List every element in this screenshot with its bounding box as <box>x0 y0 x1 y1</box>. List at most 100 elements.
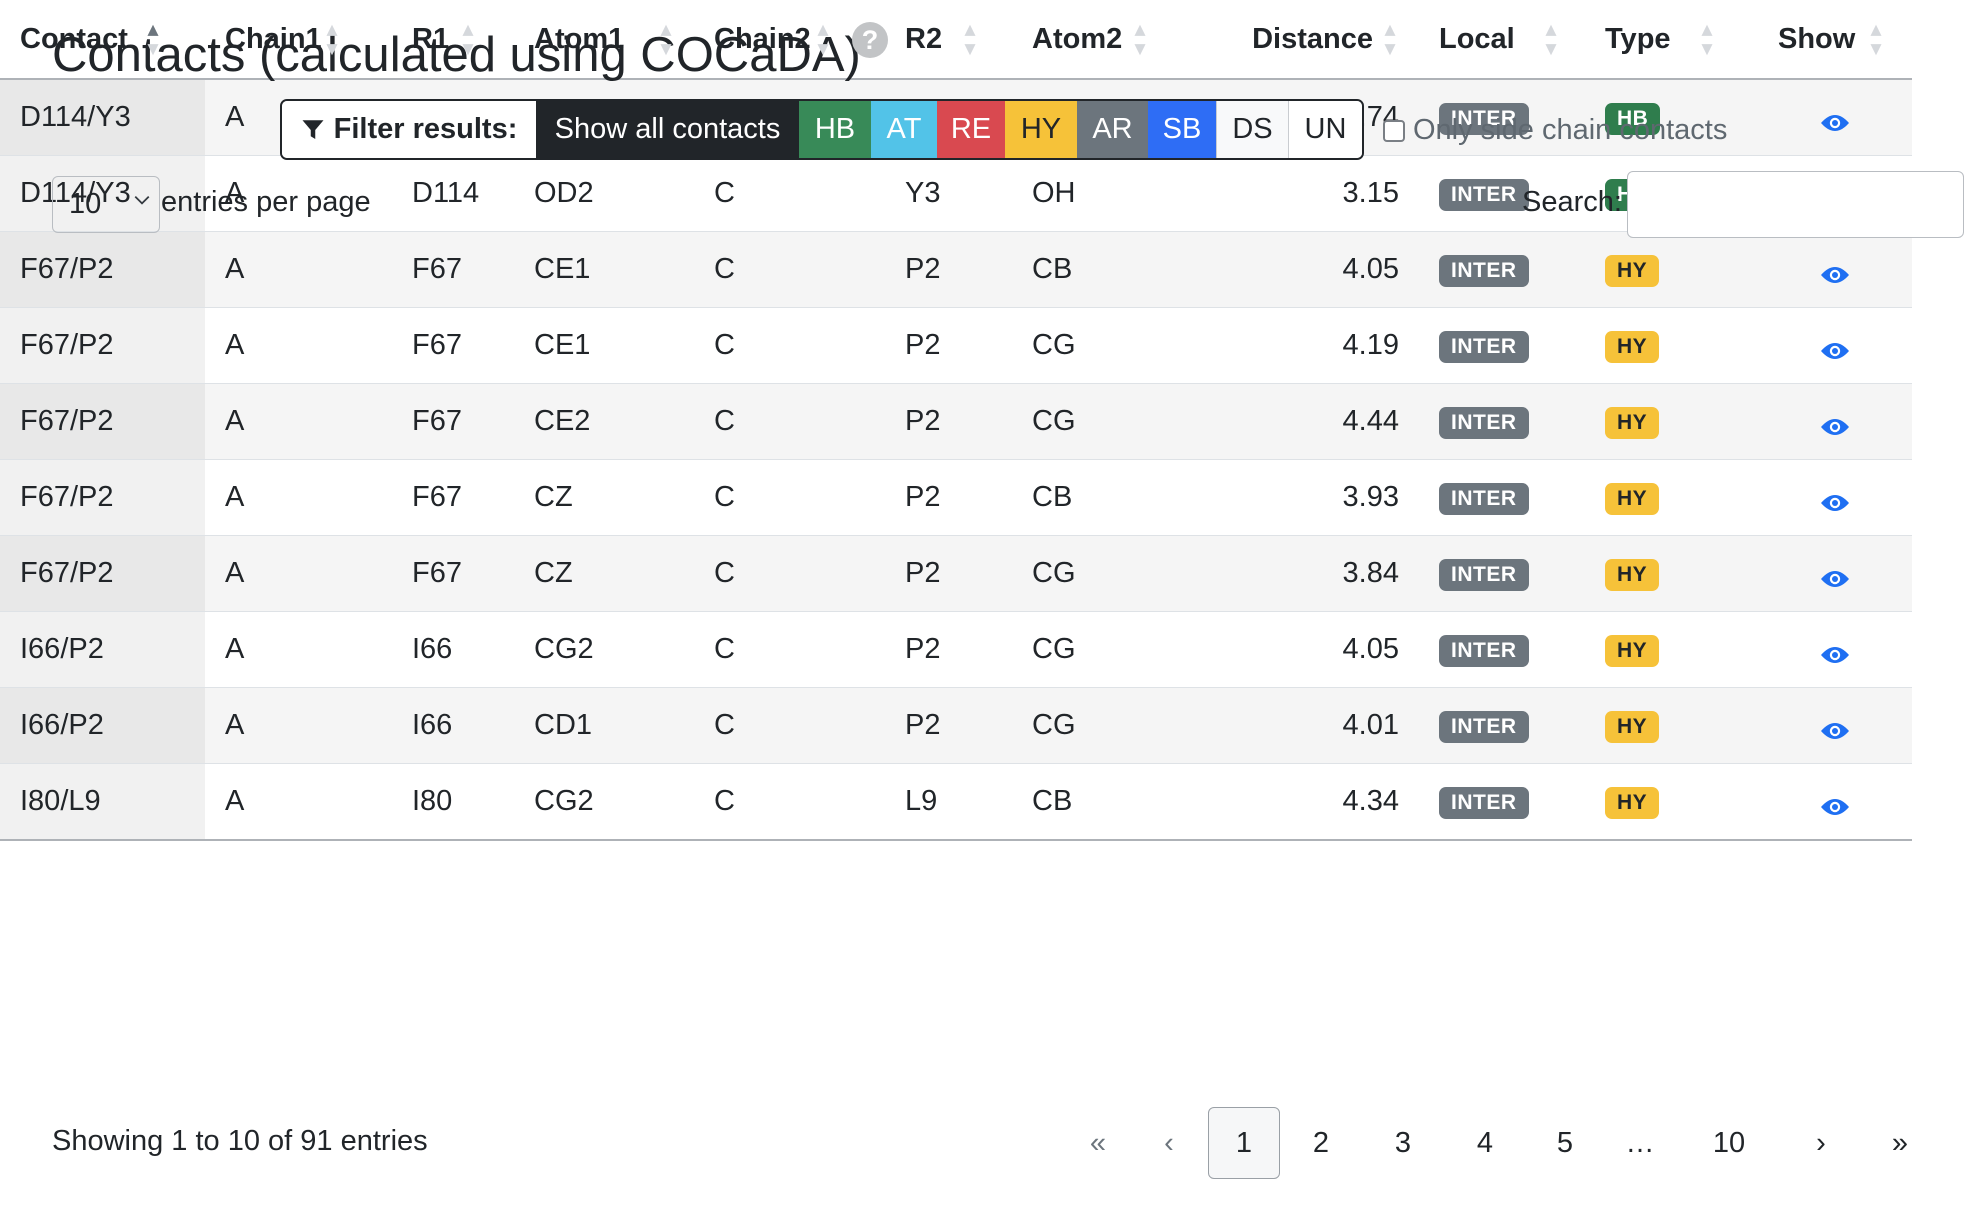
last-page-button[interactable]: » <box>1860 1107 1940 1179</box>
cell-show <box>1758 383 1912 460</box>
column-header-label: Type <box>1605 22 1671 55</box>
column-header-type[interactable]: Type <box>1585 0 1758 80</box>
cell-local: INTER <box>1419 231 1585 308</box>
cell-contact: F67/P2 <box>0 459 205 536</box>
local-badge: INTER <box>1439 179 1529 211</box>
column-header-label: Atom1 <box>534 22 625 55</box>
local-badge: INTER <box>1439 635 1529 667</box>
cell-distance: 4.44 <box>1212 383 1419 460</box>
sort-icon[interactable] <box>659 22 673 58</box>
sort-icon[interactable] <box>1700 22 1714 58</box>
cell-atom2: OH <box>1012 155 1212 232</box>
filter-hb-button[interactable]: HB <box>799 101 871 158</box>
cell-type: HY <box>1585 383 1758 460</box>
sort-icon[interactable] <box>816 22 830 58</box>
page-5-button[interactable]: 5 <box>1526 1107 1604 1179</box>
eye-icon[interactable] <box>1820 792 1850 816</box>
column-header-r2[interactable]: R2 <box>885 0 1012 80</box>
cell-r2: P2 <box>885 383 1012 460</box>
next-page-button[interactable]: › <box>1782 1107 1860 1179</box>
page-size-select[interactable]: 10 <box>52 176 160 233</box>
eye-icon[interactable] <box>1820 640 1850 664</box>
showing-entries-info: Showing 1 to 10 of 91 entries <box>52 1125 428 1157</box>
column-header-r1[interactable]: R1 <box>392 0 514 80</box>
cell-chain1: A <box>205 535 392 612</box>
side-chain-filter[interactable]: Only side chain contacts <box>1383 114 1727 147</box>
cell-chain2: C <box>694 611 885 688</box>
cell-chain2: C <box>694 535 885 612</box>
cell-distance: 3.84 <box>1212 535 1419 612</box>
prev-page-button[interactable]: ‹ <box>1130 1107 1208 1179</box>
sort-icon[interactable] <box>461 22 475 58</box>
column-header-label: Show <box>1778 22 1856 55</box>
cell-show <box>1758 687 1912 764</box>
page-1-button[interactable]: 1 <box>1208 1107 1280 1179</box>
side-chain-checkbox[interactable] <box>1383 119 1405 142</box>
cell-type: HY <box>1585 459 1758 536</box>
cell-atom1: CD1 <box>514 687 694 764</box>
search-input[interactable] <box>1627 171 1964 238</box>
sort-icon[interactable] <box>325 22 339 58</box>
cell-chain2: C <box>694 155 885 232</box>
cell-type: HY <box>1585 307 1758 384</box>
sort-icon[interactable] <box>1383 22 1397 58</box>
page-2-button[interactable]: 2 <box>1280 1107 1362 1179</box>
first-page-button[interactable]: « <box>1066 1107 1130 1179</box>
page-3-button[interactable]: 3 <box>1362 1107 1444 1179</box>
cell-atom1: OD2 <box>514 155 694 232</box>
cell-chain1: A <box>205 307 392 384</box>
cell-r1: I66 <box>392 687 514 764</box>
column-header-chain1[interactable]: Chain1 <box>205 0 392 80</box>
eye-icon[interactable] <box>1820 336 1850 360</box>
cell-contact: I66/P2 <box>0 687 205 764</box>
filter-ar-button[interactable]: AR <box>1077 101 1148 158</box>
cell-chain2: C <box>694 231 885 308</box>
eye-icon[interactable] <box>1820 716 1850 740</box>
cell-show <box>1758 79 1912 156</box>
sort-icon[interactable] <box>1133 22 1147 58</box>
eye-icon[interactable] <box>1820 260 1850 284</box>
cell-type: HY <box>1585 535 1758 612</box>
eye-icon[interactable] <box>1820 108 1850 132</box>
cell-contact: I66/P2 <box>0 611 205 688</box>
column-header-show[interactable]: Show <box>1758 0 1912 80</box>
column-header-label: Contact <box>20 22 128 55</box>
sort-icon[interactable] <box>146 22 160 58</box>
filter-sb-button[interactable]: SB <box>1148 101 1216 158</box>
column-header-label: R1 <box>412 22 450 55</box>
cell-chain2: C <box>694 383 885 460</box>
filter-hy-button[interactable]: HY <box>1005 101 1077 158</box>
column-header-label: Atom2 <box>1032 22 1123 55</box>
show-all-contacts-button[interactable]: Show all contacts <box>536 101 799 158</box>
column-header-local[interactable]: Local <box>1419 0 1585 80</box>
page-10-button[interactable]: 10 <box>1676 1107 1782 1179</box>
sort-icon[interactable] <box>1869 22 1883 58</box>
eye-icon[interactable] <box>1820 564 1850 588</box>
column-header-label: R2 <box>905 22 943 55</box>
filter-un-button[interactable]: UN <box>1288 101 1362 158</box>
eye-icon[interactable] <box>1820 412 1850 436</box>
filter-at-button[interactable]: AT <box>871 101 937 158</box>
filter-re-button[interactable]: RE <box>937 101 1005 158</box>
local-badge: INTER <box>1439 483 1529 515</box>
cell-atom2: CG <box>1012 535 1212 612</box>
type-badge: HY <box>1605 787 1660 819</box>
cell-type: HY <box>1585 231 1758 308</box>
cell-r1: F67 <box>392 535 514 612</box>
sort-icon[interactable] <box>1544 22 1558 58</box>
column-header-contact[interactable]: Contact <box>0 0 205 80</box>
pagination: «‹ 1 2 3 4 5 … 10 ›» <box>1066 1107 1940 1179</box>
filter-ds-button[interactable]: DS <box>1216 101 1288 158</box>
column-header-atom2[interactable]: Atom2 <box>1012 0 1212 80</box>
column-header-chain2[interactable]: Chain2 <box>694 0 885 80</box>
cell-chain1: A <box>205 383 392 460</box>
column-header-atom1[interactable]: Atom1 <box>514 0 694 80</box>
cell-show <box>1758 611 1912 688</box>
eye-icon[interactable] <box>1820 488 1850 512</box>
sort-icon[interactable] <box>963 22 977 58</box>
type-badge: HY <box>1605 483 1660 515</box>
cell-local: INTER <box>1419 307 1585 384</box>
column-header-distance[interactable]: Distance <box>1212 0 1419 80</box>
page-4-button[interactable]: 4 <box>1444 1107 1526 1179</box>
cell-distance: 4.01 <box>1212 687 1419 764</box>
